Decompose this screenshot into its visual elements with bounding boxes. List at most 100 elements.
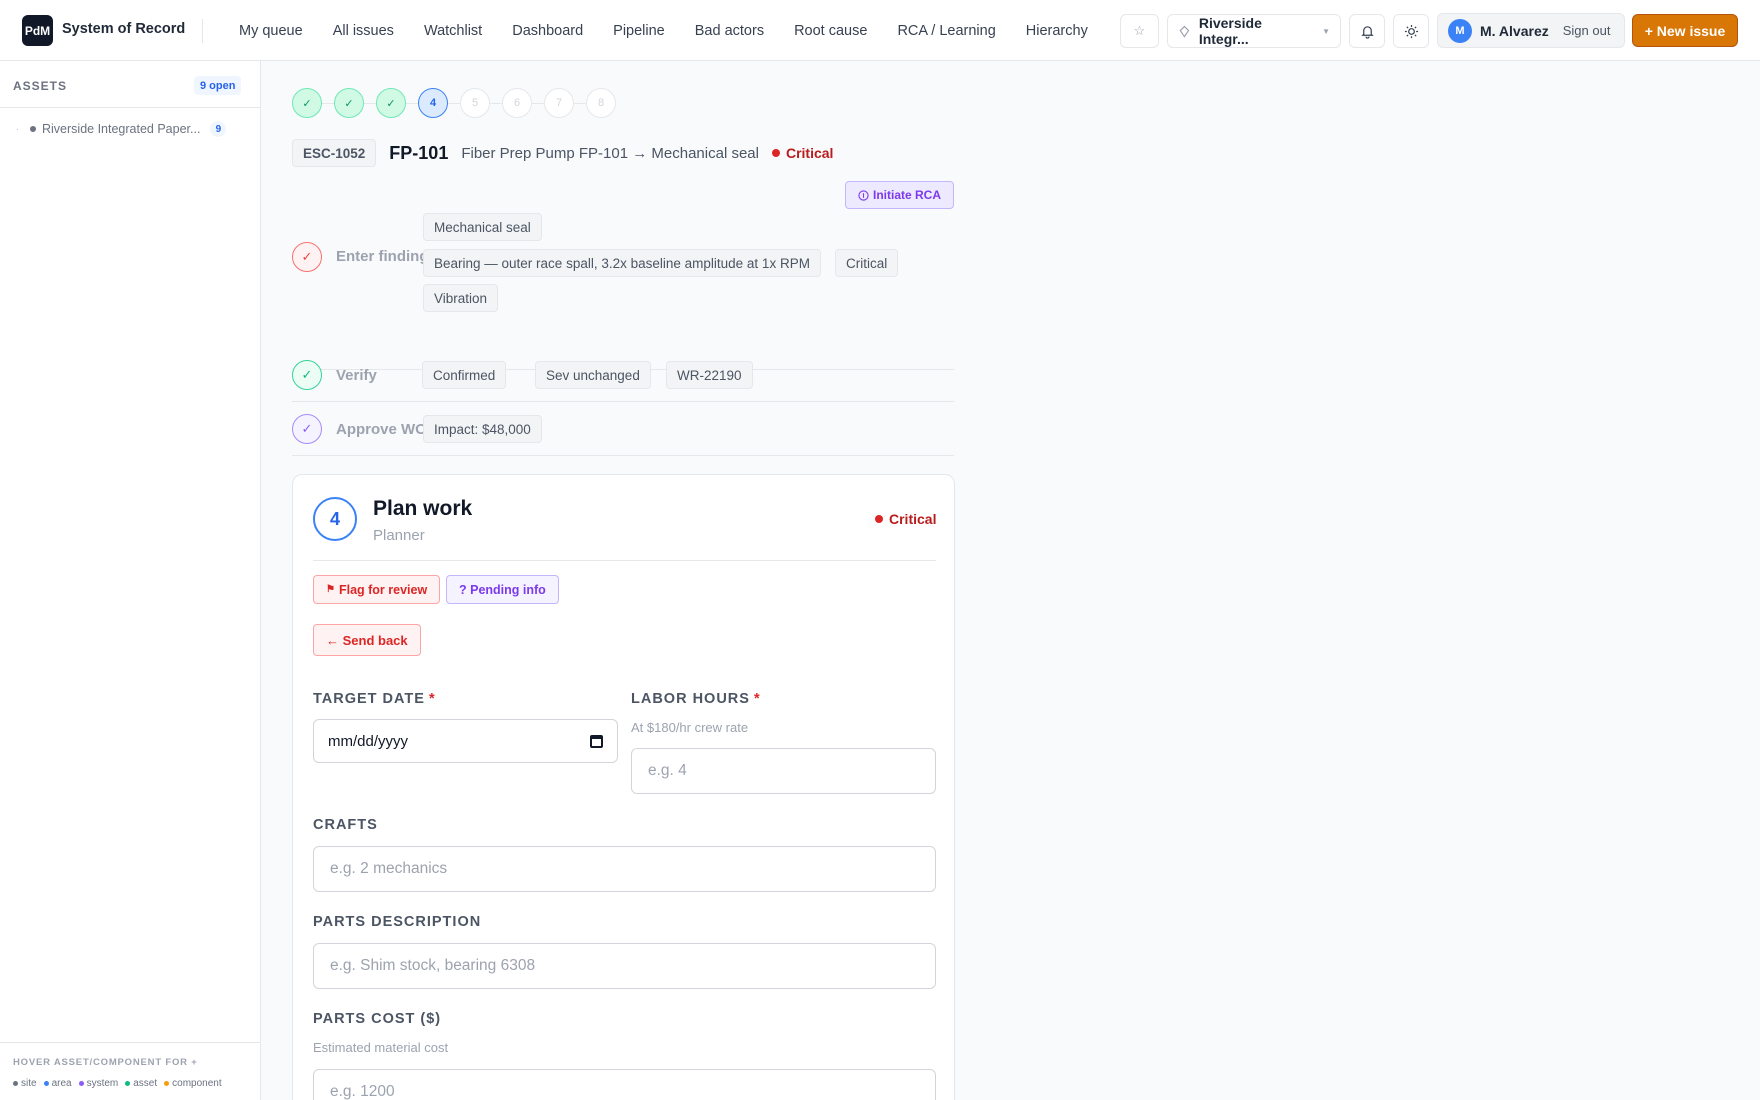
- dot-icon: [164, 1081, 170, 1086]
- labor-hours-hint: At $180/hr crew rate: [631, 720, 749, 735]
- legend-system: system: [78, 1078, 118, 1089]
- sun-icon: [1404, 24, 1418, 38]
- theme-toggle-button[interactable]: [1393, 14, 1429, 48]
- step-6: 6: [502, 88, 532, 118]
- dot-icon: [13, 1081, 18, 1086]
- parts-description-input[interactable]: [313, 943, 936, 989]
- notifications-button[interactable]: [1349, 14, 1385, 48]
- sidebar-hint: HOVER ASSET/COMPONENT FOR +: [13, 1057, 198, 1068]
- check-icon: ✓: [292, 360, 322, 390]
- step-1-complete[interactable]: ✓: [292, 88, 322, 118]
- labor-hours-label: LABOR HOURS *: [631, 691, 761, 707]
- main-nav: My queue All issues Watchlist Dashboard …: [224, 0, 1108, 61]
- send-back-button[interactable]: ← Send back: [313, 624, 421, 656]
- nav-my-queue[interactable]: My queue: [224, 23, 318, 39]
- nav-hierarchy[interactable]: Hierarchy: [1011, 23, 1103, 39]
- calendar-icon[interactable]: [590, 734, 603, 748]
- issue-header: ESC-1052 FP-101 Fiber Prep Pump FP-101 →…: [292, 139, 833, 167]
- dot-icon: [125, 1081, 131, 1086]
- chevron-down-icon: ▼: [1322, 26, 1330, 36]
- card-title: Plan work: [373, 497, 473, 520]
- parts-description-label: PARTS DESCRIPTION: [313, 914, 482, 930]
- nav-rca-learning[interactable]: RCA / Learning: [882, 23, 1010, 39]
- severity-badge: Critical: [875, 511, 936, 527]
- top-bar: PdM System of Record My queue All issues…: [0, 0, 1760, 61]
- card-role: Planner: [373, 527, 425, 544]
- stage-label: Approve WO: [336, 421, 427, 438]
- nav-root-cause[interactable]: Root cause: [779, 23, 882, 39]
- bell-icon: [1360, 25, 1374, 39]
- verify-wr-chip: WR-22190: [666, 361, 753, 389]
- severity-dot-icon: [771, 149, 780, 157]
- stage-enter-finding: ✓ Enter finding Mechanical seal Bearing …: [292, 209, 954, 370]
- check-icon: ✓: [292, 414, 322, 444]
- nav-all-issues[interactable]: All issues: [318, 23, 409, 39]
- nav-bad-actors[interactable]: Bad actors: [680, 23, 779, 39]
- flag-for-review-button[interactable]: ⚑ Flag for review: [313, 575, 441, 604]
- finding-severity-chip: Critical: [835, 249, 899, 277]
- location-pin-icon: [1179, 25, 1190, 38]
- dot-icon: [43, 1081, 49, 1086]
- step-number: 4: [313, 497, 357, 541]
- date-value: mm/dd/yyyy: [328, 732, 409, 750]
- parts-cost-label: PARTS COST ($): [313, 1011, 442, 1027]
- initiate-rca-button[interactable]: Initiate RCA: [845, 181, 955, 209]
- app-logo[interactable]: PdM: [22, 15, 53, 46]
- target-date-input[interactable]: mm/dd/yyyy: [313, 719, 618, 763]
- parts-cost-hint: Estimated material cost: [313, 1040, 449, 1055]
- tree-item-count: 9: [210, 121, 227, 137]
- stage-label: Verify: [336, 367, 377, 384]
- divider: [313, 560, 936, 561]
- tree-item-site[interactable]: · Riverside Integrated Paper... 9: [16, 121, 227, 137]
- legend-asset: asset: [125, 1078, 157, 1089]
- open-count-badge: 9 open: [194, 76, 242, 95]
- nav-truncated[interactable]: En: [1103, 23, 1108, 39]
- impact-chip: Impact: $48,000: [423, 415, 542, 443]
- labor-hours-input[interactable]: [631, 748, 936, 794]
- severity-dot-icon: [875, 515, 883, 523]
- type-legend: site area system asset component: [13, 1078, 222, 1089]
- target-date-label: TARGET DATE *: [313, 691, 436, 707]
- assets-sidebar: ASSETS 9 open · Riverside Integrated Pap…: [0, 61, 261, 1100]
- step-3-complete[interactable]: ✓: [376, 88, 406, 118]
- site-selector[interactable]: Riverside Integr... ▼: [1167, 14, 1341, 48]
- sign-out-link[interactable]: Sign out: [1563, 23, 1611, 38]
- step-2-complete[interactable]: ✓: [334, 88, 364, 118]
- parts-cost-input[interactable]: [313, 1069, 936, 1100]
- step-5: 5: [460, 88, 490, 118]
- sidebar-header: ASSETS 9 open: [0, 61, 261, 108]
- asset-id: FP-101: [389, 142, 449, 163]
- nav-watchlist[interactable]: Watchlist: [409, 23, 497, 39]
- legend-component: component: [164, 1078, 222, 1089]
- nav-pipeline[interactable]: Pipeline: [598, 23, 680, 39]
- user-menu: M M. Alvarez Sign out: [1437, 13, 1625, 48]
- verify-severity-chip: Sev unchanged: [535, 361, 651, 389]
- app-title: System of Record: [62, 21, 186, 37]
- finding-component-chip: Mechanical seal: [423, 213, 542, 241]
- sidebar-footer: HOVER ASSET/COMPONENT FOR + site area sy…: [0, 1042, 261, 1100]
- asset-description: Fiber Prep Pump FP-101 → Mechanical seal: [461, 144, 759, 162]
- step-8: 8: [586, 88, 616, 118]
- info-circle-icon: [858, 189, 869, 201]
- finding-technology-chip: Vibration: [423, 284, 499, 312]
- chevron-right-icon[interactable]: ·: [16, 125, 24, 134]
- favorite-button[interactable]: ☆: [1120, 14, 1159, 48]
- dot-icon: [78, 1081, 84, 1086]
- pending-info-button[interactable]: ? Pending info: [446, 575, 559, 604]
- tree-item-label: Riverside Integrated Paper...: [42, 122, 201, 136]
- flag-icon: ⚑: [326, 584, 335, 595]
- step-4-current[interactable]: 4: [418, 88, 448, 118]
- plan-work-card: 4 Plan work Planner Critical ⚑ Flag for …: [292, 474, 955, 1100]
- nav-dashboard[interactable]: Dashboard: [497, 23, 598, 39]
- crafts-label: CRAFTS: [313, 817, 378, 833]
- verify-status-chip: Confirmed: [422, 361, 507, 389]
- divider: [202, 19, 203, 43]
- avatar[interactable]: M: [1448, 18, 1472, 43]
- new-issue-button[interactable]: + New issue: [1632, 14, 1738, 47]
- crafts-input[interactable]: [313, 846, 936, 892]
- site-dot-icon: [30, 126, 36, 132]
- check-icon: ✓: [292, 242, 322, 272]
- user-name: M. Alvarez: [1480, 22, 1549, 39]
- star-icon: ☆: [1133, 23, 1146, 38]
- workflow-stepper: ✓ ✓ ✓ 4 5 6 7 8: [292, 88, 616, 118]
